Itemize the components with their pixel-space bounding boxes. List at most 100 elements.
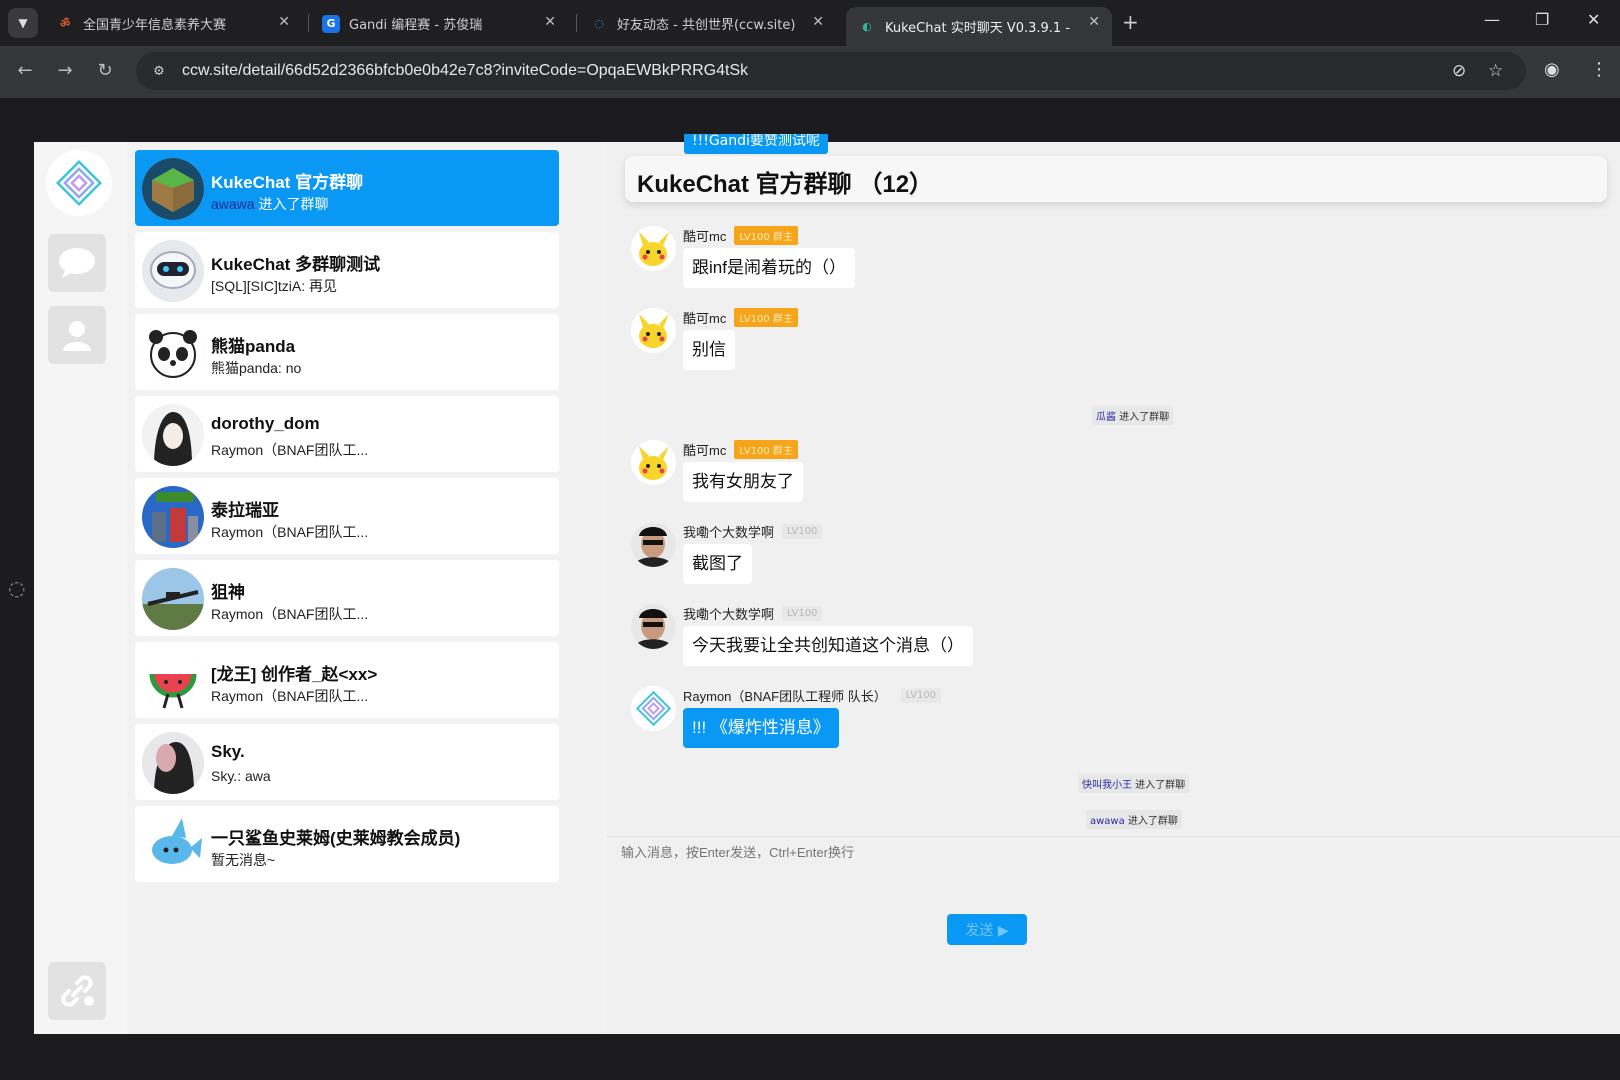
conversation-item[interactable]: Sky. Sky.: awa bbox=[135, 724, 559, 800]
conversation-name: 熊猫panda bbox=[211, 337, 296, 356]
message-bubble: !!! 《爆炸性消息》 bbox=[683, 708, 839, 748]
sender-name: 我嘞个大数学啊 bbox=[683, 525, 775, 540]
message-meta: 我嘞个大数学啊 LV100 bbox=[683, 522, 823, 541]
conversation-name: 泰拉瑞亚 bbox=[211, 501, 279, 520]
close-icon[interactable]: ✕ bbox=[812, 14, 824, 30]
site-settings-icon[interactable]: ⚙ bbox=[148, 62, 170, 80]
conversation-name: 狙神 bbox=[211, 583, 245, 602]
chat-panel: !!!Gandi要赞测试呢 KukeChat 官方群聊 （12） 酷可mc LV… bbox=[607, 134, 1620, 1034]
avatar[interactable] bbox=[631, 440, 676, 485]
avatar[interactable] bbox=[631, 522, 676, 567]
close-icon[interactable]: ✕ bbox=[544, 14, 556, 30]
user-icon bbox=[63, 321, 91, 351]
conversation-item[interactable]: 熊猫panda 熊猫panda: no bbox=[135, 314, 559, 390]
message-bubble: 别信 bbox=[683, 330, 735, 370]
level-badge: LV100 bbox=[900, 688, 942, 703]
message-input[interactable] bbox=[621, 840, 1601, 864]
sender-name: 酷可mc bbox=[683, 229, 727, 244]
conversation-preview: Raymon（BNAF团队工... bbox=[211, 524, 369, 540]
window-close-icon[interactable]: ✕ bbox=[1587, 10, 1600, 29]
conversation-preview: Sky.: awa bbox=[211, 768, 271, 784]
conversation-preview: awawa 进入了群聊 bbox=[211, 196, 329, 212]
tab-info-literacy[interactable]: ॐ 全国青少年信息素养大赛 ✕ bbox=[44, 7, 302, 40]
conversation-preview: Raymon（BNAF团队工... bbox=[211, 442, 369, 458]
browser-tab-bar: ▼ ॐ 全国青少年信息素养大赛 ✕ G Gandi 编程赛 - 苏俊瑞 ✕ ◌ … bbox=[0, 0, 1620, 46]
contacts-nav-button[interactable] bbox=[48, 306, 106, 364]
avatar[interactable] bbox=[631, 686, 676, 731]
message-bubble: 跟inf是闹着玩的（） bbox=[683, 248, 855, 288]
send-button[interactable]: 发送 ▶ bbox=[947, 914, 1027, 945]
level-badge: LV100 bbox=[782, 606, 823, 621]
minimize-icon[interactable]: — bbox=[1484, 10, 1500, 29]
menu-kebab-icon[interactable]: ⋮ bbox=[1590, 59, 1608, 80]
flame-favicon-icon: ॐ bbox=[59, 17, 71, 30]
tab-search-button[interactable]: ▼ bbox=[8, 8, 38, 38]
message-bubble: 我有女朋友了 bbox=[683, 462, 803, 502]
conversation-name: dorothy_dom bbox=[211, 414, 320, 433]
level-badge: LV100 bbox=[782, 524, 823, 539]
avatar[interactable] bbox=[631, 308, 676, 353]
star-bookmark-icon[interactable]: ☆ bbox=[1488, 61, 1503, 81]
address-bar[interactable]: ⚙ ccw.site/detail/66d52d2366bfcb0e0b42e7… bbox=[136, 52, 1526, 90]
new-tab-plus-icon[interactable]: + bbox=[1122, 10, 1139, 34]
conversation-preview: [SQL][SIC]tziA: 再见 bbox=[211, 278, 338, 294]
avatar bbox=[142, 404, 204, 466]
message-bubble: 今天我要让全共创知道这个消息（） bbox=[683, 626, 973, 666]
conversation-item[interactable]: KukeChat 官方群聊 awawa 进入了群聊 bbox=[135, 150, 559, 226]
conversation-list: KukeChat 官方群聊 awawa 进入了群聊 KukeChat 多群聊测试… bbox=[127, 142, 607, 1034]
conversation-item[interactable]: 泰拉瑞亚 Raymon（BNAF团队工... bbox=[135, 478, 559, 554]
loading-favicon-icon: ◌ bbox=[594, 17, 604, 30]
message-meta: 我嘞个大数学啊 LV100 bbox=[683, 604, 823, 623]
sender-name: 我嘞个大数学啊 bbox=[683, 607, 775, 622]
eye-off-icon[interactable]: ⊘ bbox=[1452, 61, 1466, 81]
profile-icon[interactable]: ◉ bbox=[1544, 59, 1560, 80]
chevron-down-icon: ▼ bbox=[18, 16, 28, 30]
avatar bbox=[142, 322, 204, 384]
tab-kukechat[interactable]: ◐ KukeChat 实时聊天 V0.3.9.1 - ✕ bbox=[846, 7, 1112, 46]
avatar bbox=[142, 486, 204, 548]
restore-icon[interactable]: ❐ bbox=[1535, 10, 1549, 29]
conversation-item[interactable]: 一只鲨鱼史莱姆(史莱姆教会成员) 暂无消息~ bbox=[135, 806, 559, 882]
forward-arrow-icon[interactable]: → bbox=[53, 60, 77, 81]
conversation-preview: Raymon（BNAF团队工... bbox=[211, 688, 369, 704]
avatar bbox=[142, 650, 204, 712]
close-icon[interactable]: ✕ bbox=[278, 14, 290, 30]
chat-header: KukeChat 官方群聊 （12） bbox=[625, 156, 1607, 202]
avatar[interactable] bbox=[631, 226, 676, 271]
avatar bbox=[142, 158, 204, 220]
conversation-preview: 熊猫panda: no bbox=[211, 360, 302, 376]
nav-rail bbox=[34, 142, 127, 1034]
system-notice: 快叫我小王 进入了群聊 bbox=[1078, 774, 1190, 793]
conversation-item[interactable]: KukeChat 多群聊测试 [SQL][SIC]tziA: 再见 bbox=[135, 232, 559, 308]
page-viewport: ◌ KukeChat 官方群聊 awawa 进入了群聊 KukeChat 多群聊… bbox=[0, 98, 1620, 1080]
avatar bbox=[142, 240, 204, 302]
message-meta: 酷可mc LV100 群主 bbox=[683, 308, 798, 327]
conversation-name: KukeChat 官方群聊 bbox=[211, 173, 364, 192]
conversation-item[interactable]: [龙王] 创作者_赵<xx> Raymon（BNAF团队工... bbox=[135, 642, 559, 718]
composer-divider bbox=[607, 836, 1620, 837]
level-badge: LV100 群主 bbox=[734, 440, 798, 459]
conversation-preview: 暂无消息~ bbox=[211, 852, 276, 868]
conversation-name: Sky. bbox=[211, 742, 245, 761]
sender-name: Raymon（BNAF团队工程师 队长） bbox=[683, 689, 887, 704]
sender-name: 酷可mc bbox=[683, 443, 727, 458]
conversation-name: KukeChat 多群聊测试 bbox=[211, 255, 381, 274]
message-meta: 酷可mc LV100 群主 bbox=[683, 226, 798, 245]
gandi-favicon-icon: G bbox=[322, 14, 340, 33]
tab-separator bbox=[576, 14, 577, 32]
tab-friends-feed[interactable]: ◌ 好友动态 - 共创世界(ccw.site) ✕ bbox=[578, 7, 836, 40]
message-bubble: 截图了 bbox=[683, 544, 752, 584]
reload-icon[interactable]: ↻ bbox=[93, 60, 117, 81]
avatar[interactable] bbox=[631, 604, 676, 649]
back-arrow-icon[interactable]: ← bbox=[13, 60, 37, 81]
tab-gandi[interactable]: G Gandi 编程赛 - 苏俊瑞 ✕ bbox=[310, 7, 568, 40]
close-icon[interactable]: ✕ bbox=[1088, 14, 1100, 30]
conversation-name: 一只鲨鱼史莱姆(史莱姆教会成员) bbox=[211, 829, 461, 848]
kukechat-logo bbox=[46, 150, 112, 216]
conversation-item[interactable]: 狙神 Raymon（BNAF团队工... bbox=[135, 560, 559, 636]
loading-spinner-icon: ◌ bbox=[8, 576, 26, 600]
diamond-logo-icon bbox=[56, 160, 102, 206]
chat-nav-button[interactable] bbox=[48, 234, 106, 292]
link-account-button[interactable] bbox=[48, 962, 106, 1020]
conversation-item[interactable]: dorothy_dom Raymon（BNAF团队工... bbox=[135, 396, 559, 472]
